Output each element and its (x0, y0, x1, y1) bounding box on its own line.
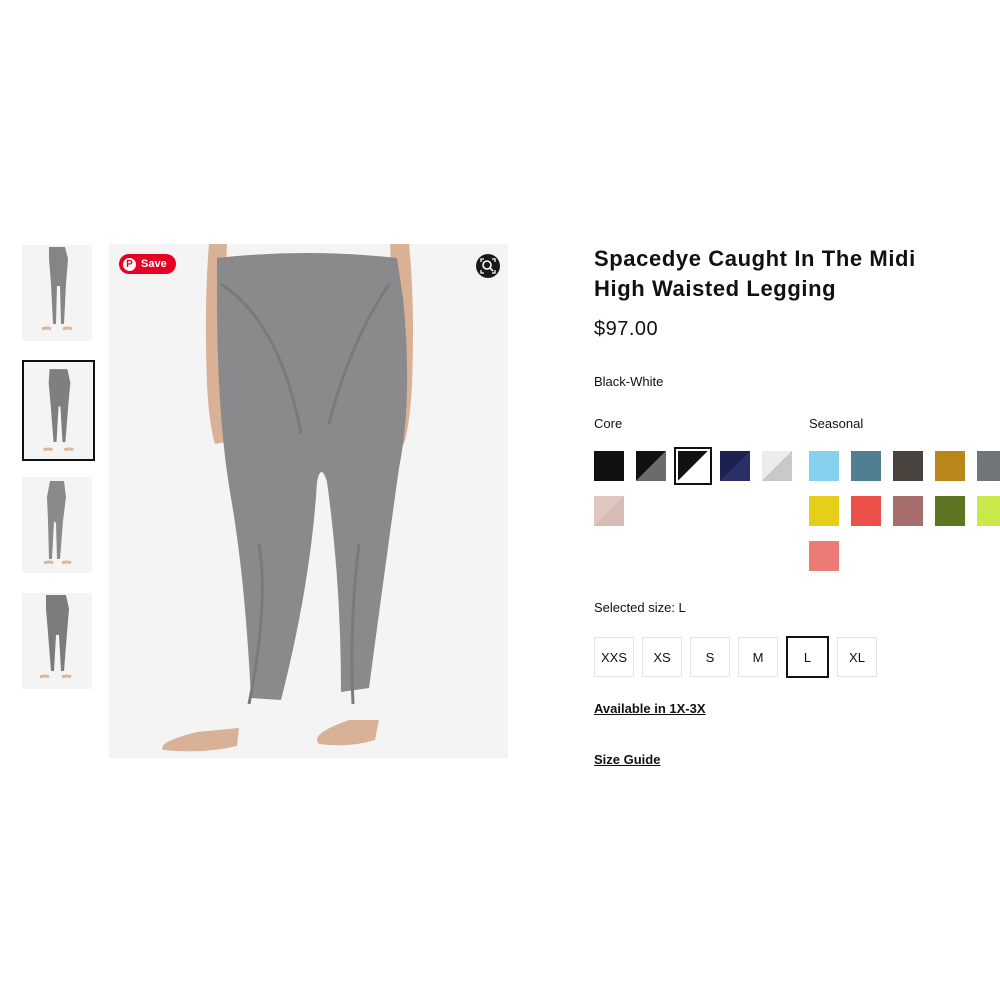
thumbnail-3[interactable] (22, 477, 92, 573)
thumbnail-2[interactable] (22, 360, 95, 461)
core-swatch-black-heather[interactable] (636, 451, 666, 481)
thumbnail-4[interactable] (22, 593, 92, 689)
seasonal-swatch-lime[interactable] (977, 496, 1000, 526)
seasonal-swatch-olive[interactable] (935, 496, 965, 526)
pinterest-icon: P (123, 257, 136, 271)
size-option-l[interactable]: L (786, 636, 829, 678)
seasonal-swatch-teal-heather[interactable] (851, 451, 881, 481)
core-colors-label: Core (594, 416, 623, 431)
core-swatch-white-grey[interactable] (762, 451, 792, 481)
zoom-icon[interactable] (476, 254, 500, 278)
seasonal-swatch-grey[interactable] (977, 451, 1000, 481)
size-option-xs[interactable]: XS (642, 637, 682, 677)
thumbnail-1[interactable] (22, 245, 92, 341)
seasonal-swatch-yellow[interactable] (809, 496, 839, 526)
product-title: Spacedye Caught In The Midi High Waisted… (594, 244, 984, 304)
selected-color-name: Black-White (594, 374, 664, 389)
product-title-line-2: High Waisted Legging (594, 276, 837, 301)
seasonal-swatch-pink[interactable] (809, 541, 839, 571)
extended-sizes-link[interactable]: Available in 1X-3X (594, 701, 706, 716)
core-swatch-black-white[interactable] (674, 447, 712, 485)
save-label: Save (141, 258, 167, 270)
core-swatch-navy[interactable] (720, 451, 750, 481)
pinterest-save-button[interactable]: P Save (119, 254, 176, 274)
seasonal-swatch-sky-blue[interactable] (809, 451, 839, 481)
size-option-xxs[interactable]: XXS (594, 637, 634, 677)
size-option-xl[interactable]: XL (837, 637, 877, 677)
product-price: $97.00 (594, 318, 659, 340)
seasonal-colors-label: Seasonal (809, 416, 864, 431)
core-swatch-black[interactable] (594, 451, 624, 481)
legging-photo (109, 244, 508, 758)
size-option-s[interactable]: S (690, 637, 730, 677)
seasonal-swatch-coral[interactable] (851, 496, 881, 526)
seasonal-swatch-mustard[interactable] (935, 451, 965, 481)
seasonal-swatch-mauve[interactable] (893, 496, 923, 526)
seasonal-swatch-charcoal-brown[interactable] (893, 451, 923, 481)
product-title-line-1: Spacedye Caught In The Midi (594, 246, 916, 271)
selected-size-label: Selected size: L (594, 600, 686, 615)
size-options: XXS XS S M L XL (594, 636, 877, 678)
main-product-image[interactable]: P Save (109, 244, 508, 758)
size-option-m[interactable]: M (738, 637, 778, 677)
size-guide-link[interactable]: Size Guide (594, 752, 660, 767)
core-swatch-blush[interactable] (594, 496, 624, 526)
